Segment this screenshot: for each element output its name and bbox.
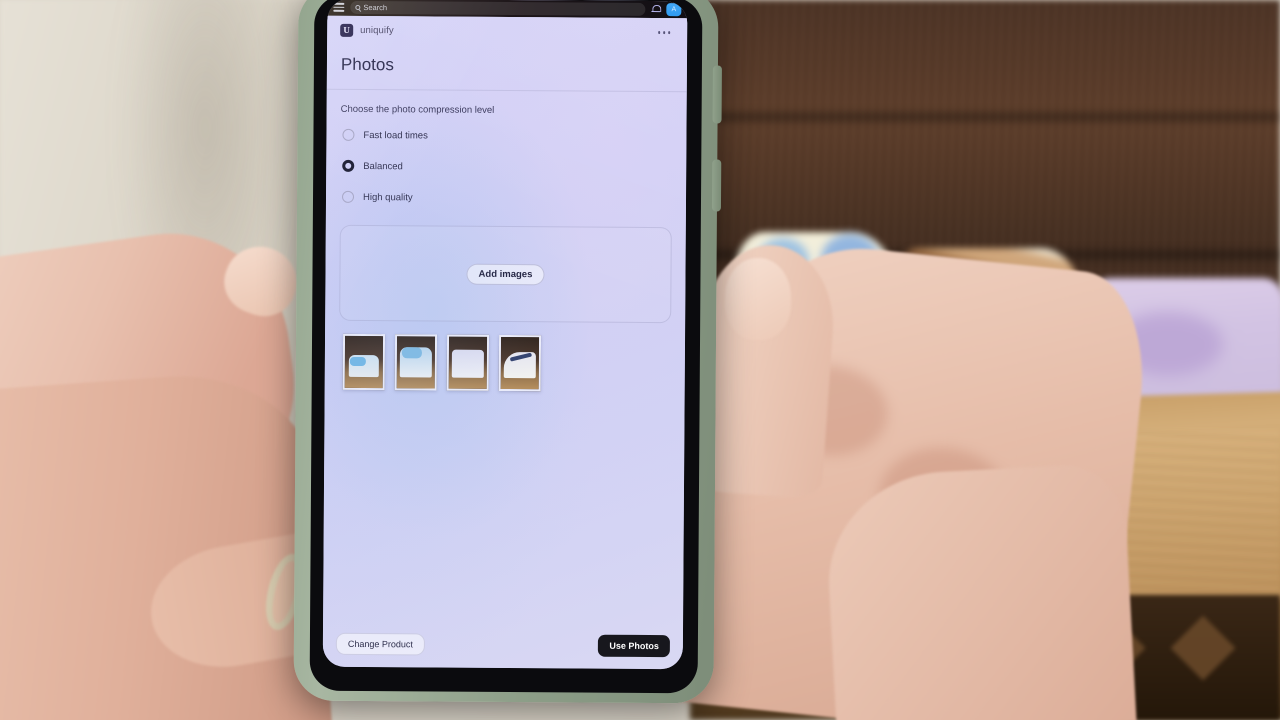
radio-option-balanced[interactable]: Balanced (340, 159, 672, 174)
avatar[interactable]: A (666, 3, 682, 17)
uniquify-logo-icon: U (340, 23, 354, 37)
hamburger-icon[interactable] (333, 3, 345, 12)
radio-icon[interactable] (341, 190, 355, 203)
power-button[interactable] (712, 65, 722, 124)
search-input[interactable]: Search (350, 0, 646, 16)
phone-device: Search A U uniquify Photos Choose the ph… (293, 0, 722, 704)
change-product-button[interactable]: Change Product (335, 632, 426, 656)
search-icon (355, 4, 361, 10)
brand: U uniquify (340, 23, 394, 37)
search-placeholder-text: Search (363, 2, 388, 13)
compression-section-label: Choose the photo compression level (340, 103, 495, 116)
right-fingernail (725, 258, 791, 340)
app-header: U uniquify (327, 16, 687, 46)
app-footer: Change Product Use Photos (323, 623, 683, 670)
use-photos-button[interactable]: Use Photos (598, 634, 670, 658)
radio-label: High quality (362, 191, 413, 203)
radio-icon[interactable] (342, 128, 355, 141)
bell-icon[interactable] (651, 5, 660, 14)
radio-label: Balanced (363, 160, 403, 172)
phone-screen: Search A U uniquify Photos Choose the ph… (322, 0, 688, 670)
soap-thumbnail-4[interactable] (498, 334, 542, 392)
radio-icon-selected[interactable] (342, 159, 355, 172)
thumbnail-list (339, 333, 671, 392)
soap-thumbnail-3[interactable] (446, 334, 490, 391)
radio-option-high-quality[interactable]: High quality (340, 190, 672, 205)
wood-plank-line (690, 112, 1280, 122)
radio-label: Fast load times (363, 129, 428, 141)
avatar-label: A (671, 6, 677, 14)
kebab-menu-icon[interactable] (654, 27, 675, 38)
add-images-button[interactable]: Add images (466, 263, 545, 285)
image-dropzone[interactable]: Add images (339, 224, 672, 324)
app-content: Choose the photo compression level Fast … (323, 90, 687, 626)
logo-glyph: U (343, 24, 350, 35)
uniquify-app: U uniquify Photos Choose the photo compr… (322, 15, 688, 670)
volume-button[interactable] (711, 159, 722, 212)
soap-thumbnail-2[interactable] (394, 334, 438, 391)
right-lower-fingers (823, 462, 1137, 720)
brand-name: uniquify (360, 24, 394, 37)
soap-thumbnail-1[interactable] (342, 333, 386, 391)
radio-option-fast-load-times[interactable]: Fast load times (340, 128, 672, 143)
page-title: Photos (340, 54, 394, 75)
